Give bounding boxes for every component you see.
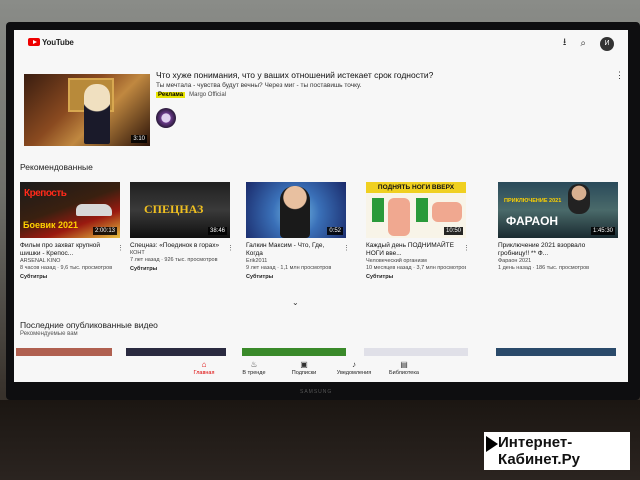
top-bar: YouTube ⭳ ⌕ И [14,30,628,54]
video-thumbnail[interactable] [16,348,112,356]
library-icon: ▤ [400,360,408,369]
video-channel[interactable]: Erik2011 [246,258,346,265]
featured-person [84,84,110,144]
featured-meta: Реклама Margo Official [156,92,226,98]
nav-home[interactable]: ⌂ Главная [184,360,224,382]
video-meta: 1 день назад · 186 тыс. просмотров [498,265,590,271]
featured-thumbnail[interactable]: 3:10 [24,74,150,146]
thumb-caption: ПОДНЯТЬ НОГИ ВВЕРХ [366,182,466,193]
video-thumbnail[interactable]: ПРИКЛЮЧЕНИЕ 2021 ФАРАОН 1:45:30 [498,182,618,238]
featured-title[interactable]: Что хуже понимания, что у вашиx отношени… [156,70,596,80]
watermark-text: Интернет- Кабинет.Ру [498,434,580,468]
thumb-person [568,184,590,214]
video-card[interactable]: 0:52 Галкин Максим - Что, Где, Когда Eri… [246,182,350,280]
section-latest-subtitle: Рекомендуемые вам [20,331,78,337]
featured-channel-avatar[interactable] [156,108,176,128]
thumb-figure [388,198,410,236]
video-meta: 8 часов назад · 9,6 тыс. просмотров [20,265,113,271]
thumb-caption: СПЕЦНАЗ [144,202,204,216]
video-card[interactable]: ПОДНЯТЬ НОГИ ВВЕРХ 10:50 Каждый день ПОД… [366,182,470,280]
video-thumbnail[interactable] [364,348,468,356]
video-duration: 10:50 [443,227,463,235]
subtitles-badge: Субтитры [20,274,48,280]
arrow-up-icon [416,198,428,222]
subtitles-badge: Субтитры [366,274,394,280]
home-icon: ⌂ [201,360,207,369]
bell-icon: ♪ [352,360,356,369]
account-avatar[interactable]: И [600,36,614,51]
more-vert-icon[interactable]: ⋮ [615,70,624,81]
nav-trending[interactable]: ♨ В тренде [234,360,274,382]
bottom-nav: ⌂ Главная ♨ В тренде ▣ Подписки ♪ Уведом… [184,360,424,382]
watermark-arrow-icon [486,436,498,452]
video-duration: 2:00:13 [92,227,117,235]
nav-label: Подписки [291,370,317,376]
video-title[interactable]: Спецназ: «Поединок в горах» [130,242,226,250]
video-card[interactable]: СПЕЦНАЗ 38:46 Спецназ: «Поединок в горах… [130,182,234,272]
video-meta: 7 лет назад · 926 тыс. просмотров [130,257,218,263]
nav-notifications[interactable]: ♪ Уведомления [334,360,374,382]
thumb-caption: ПРИКЛЮЧЕНИЕ 2021 [504,198,562,204]
nav-library[interactable]: ▤ Библиотека [384,360,424,382]
video-title[interactable]: Приключение 2021 взорвало гробницу!! ** … [498,242,594,258]
video-thumbnail[interactable]: СПЕЦНАЗ 38:46 [130,182,230,238]
arrow-up-icon [372,198,384,222]
section-recommended: Рекомендованные [20,162,93,172]
nav-label: Библиотека [389,370,419,376]
video-title[interactable]: Каждый день ПОДНИМАЙТЕ НОГИ вве... [366,242,462,258]
watermark-line1: Интернет- [498,434,573,451]
upload-icon[interactable]: ⭳ [563,35,567,52]
video-title[interactable]: Галкин Максим - Что, Где, Когда [246,242,342,258]
trending-icon: ♨ [250,360,258,369]
video-card[interactable]: Крепость Боевик 2021 2:00:13 Фильм про з… [20,182,124,280]
video-meta: 10 месяцев назад · 3,7 млн просмотров [366,265,466,271]
subtitles-badge: Субтитры [130,266,158,272]
video-card[interactable]: ПРИКЛЮЧЕНИЕ 2021 ФАРАОН 1:45:30 Приключе… [498,182,618,272]
video-thumbnail[interactable] [126,348,226,356]
video-thumbnail[interactable] [242,348,346,356]
video-thumbnail[interactable]: Крепость Боевик 2021 2:00:13 [20,182,120,238]
thumb-figure [432,202,462,222]
chevron-down-icon[interactable]: ⌄ [292,298,299,307]
more-vert-icon[interactable]: ⋮ [343,244,350,252]
ad-badge: Реклама [156,92,186,98]
thumb-person [280,186,310,238]
youtube-logo[interactable]: YouTube [28,38,74,47]
more-vert-icon[interactable]: ⋮ [227,244,234,252]
video-duration: 1:45:30 [590,227,615,235]
featured-description: Ты мечтала - чувства будут вечны? Через … [156,82,362,89]
video-thumbnail[interactable]: ПОДНЯТЬ НОГИ ВВЕРХ 10:50 [366,182,466,238]
video-duration: 38:46 [207,227,227,235]
logo-text: YouTube [42,37,74,47]
featured-duration: 3:10 [131,135,147,143]
nav-label: Главная [193,370,215,376]
thumb-car [76,204,112,216]
video-thumbnail[interactable]: 0:52 [246,182,346,238]
video-thumbnail[interactable] [496,348,616,356]
nav-subscriptions[interactable]: ▣ Подписки [284,360,324,382]
video-channel[interactable]: Фараон 2021 [498,258,598,265]
subscriptions-icon: ▣ [300,360,308,369]
video-title[interactable]: Фильм про захват крупной шишки - Крепос.… [20,242,116,258]
search-icon[interactable]: ⌕ [580,38,586,49]
video-channel[interactable]: КОНТ [130,250,230,257]
more-vert-icon[interactable]: ⋮ [463,244,470,252]
section-latest: Последние опубликованные видео [20,320,158,330]
subtitles-badge: Субтитры [246,274,274,280]
video-channel[interactable]: Человеческий организм [366,258,466,265]
thumb-caption: Боевик 2021 [23,220,79,230]
video-duration: 0:52 [327,227,343,235]
tv-screen: YouTube ⭳ ⌕ И 3:10 Что хуже понимания, ч… [14,30,628,382]
featured-channel[interactable]: Margo Official [189,92,226,98]
video-meta: 9 лет назад · 1,1 млн просмотров [246,265,332,271]
play-logo-icon [28,38,40,46]
more-vert-icon[interactable]: ⋮ [117,244,124,252]
thumb-caption: Крепость [24,188,67,199]
nav-label: В тренде [242,370,266,376]
watermark-line2: Кабинет.Ру [498,451,580,468]
nav-label: Уведомления [336,370,372,376]
video-channel[interactable]: ARSENAL KINO [20,258,120,265]
thumb-caption: ФАРАОН [506,214,559,228]
tv-brand: SAMSUNG [300,389,333,395]
